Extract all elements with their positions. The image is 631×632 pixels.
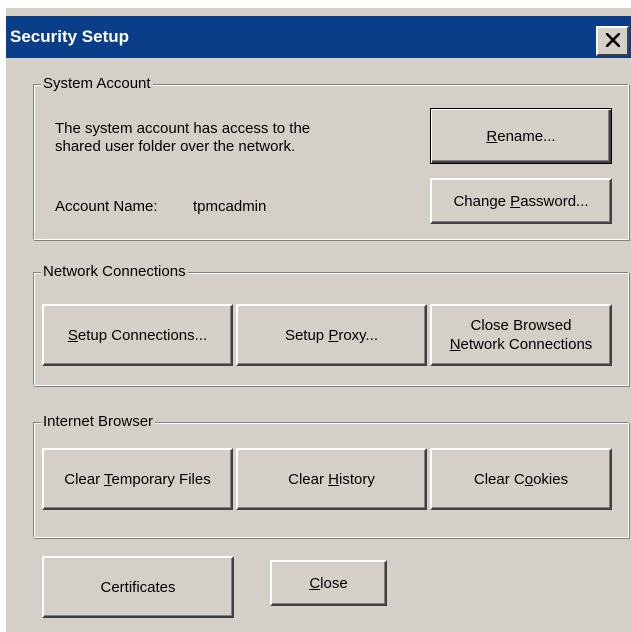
title-close-button[interactable]: [596, 26, 629, 56]
system-account-description-line1: The system account has access to the: [55, 120, 311, 137]
security-setup-dialog: Security Setup System Account The system…: [6, 8, 631, 632]
clear-history-button[interactable]: Clear History: [236, 448, 427, 510]
system-account-description-line2: shared user folder over the network.: [55, 138, 296, 155]
change-password-button[interactable]: Change Password...: [430, 178, 612, 224]
system-account-legend: System Account: [41, 74, 153, 94]
account-name-value: tpmcadmin: [193, 198, 267, 215]
clear-cookies-button[interactable]: Clear Cookies: [430, 448, 612, 510]
close-button[interactable]: Close: [270, 560, 387, 606]
network-connections-legend: Network Connections: [41, 262, 188, 282]
certificates-button[interactable]: Certificates: [42, 556, 234, 618]
account-name-label: Account Name:: [55, 198, 158, 215]
close-icon: [606, 33, 620, 47]
title-bar: Security Setup: [6, 16, 631, 58]
rename-button[interactable]: Rename...: [430, 108, 612, 164]
clear-temporary-files-button[interactable]: Clear Temporary Files: [42, 448, 233, 510]
close-browsed-network-connections-button[interactable]: Close Browsed Network Connections: [430, 304, 612, 366]
window-title: Security Setup: [10, 27, 130, 46]
setup-proxy-button[interactable]: Setup Proxy...: [236, 304, 427, 366]
setup-connections-button[interactable]: Setup Connections...: [42, 304, 233, 366]
internet-browser-legend: Internet Browser: [41, 412, 156, 432]
